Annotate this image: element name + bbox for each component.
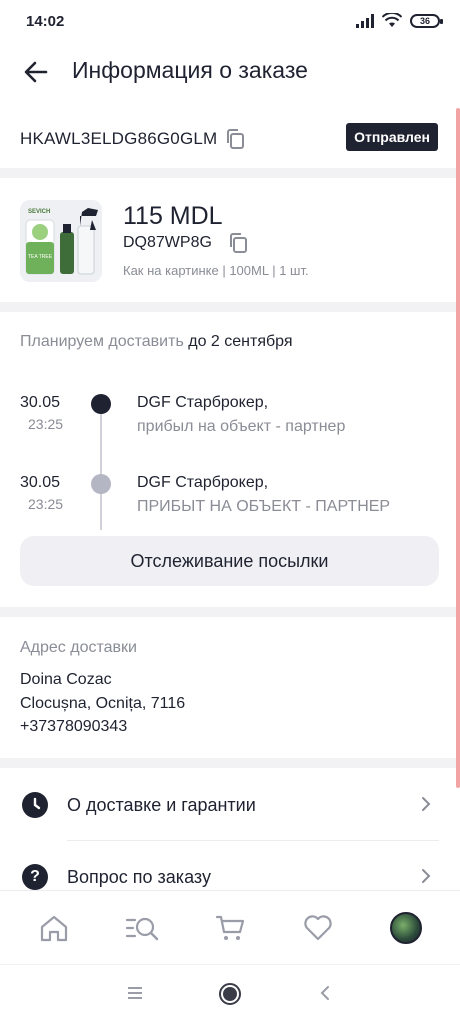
product-label-text: TEA TREE <box>28 254 53 260</box>
nav-home[interactable] <box>32 906 76 950</box>
timeline-date: 30.05 <box>20 474 61 491</box>
product-sku: DQ87WP8G <box>123 234 212 251</box>
home-system-icon[interactable] <box>218 982 242 1006</box>
recent-apps-icon[interactable] <box>126 983 144 1003</box>
timeline-subtitle: ПРИБЫТ НА ОБЪЕКТ - ПАРТНЕР <box>137 498 391 515</box>
system-nav-bar <box>0 964 460 1024</box>
chevron-right-icon <box>422 797 431 811</box>
copy-icon[interactable] <box>225 128 245 150</box>
question-icon: ? <box>22 864 48 890</box>
delivery-estimate-date: до 2 сентября <box>188 333 293 350</box>
order-id: HKAWL3ELDG86G0GLM <box>20 129 218 148</box>
battery-level: 36 <box>419 15 430 26</box>
section-divider <box>0 758 456 768</box>
address-label: Адрес доставки <box>20 639 137 656</box>
back-system-icon[interactable] <box>318 983 332 1003</box>
timeline-title: DGF Старброкер, <box>137 474 269 491</box>
chevron-right-icon <box>422 869 431 883</box>
timeline-dot-active <box>91 394 111 414</box>
timeline-line <box>100 404 102 530</box>
brand-mark: SEVICH <box>28 209 50 215</box>
home-icon <box>40 915 68 941</box>
product-photo: TEA TREE SEVICH <box>20 200 102 282</box>
page-title: Информация о заказе <box>72 57 308 83</box>
section-divider <box>0 302 456 312</box>
bottom-nav <box>0 890 460 964</box>
timeline-subtitle: прибыл на объект - партнер <box>137 418 346 435</box>
menu-label: Вопрос по заказу <box>67 867 211 887</box>
nav-catalog[interactable] <box>120 906 164 950</box>
cart-icon <box>215 915 245 940</box>
section-divider <box>0 607 456 617</box>
address-city: Clocușna, Ocnița, 7116 <box>20 695 186 712</box>
status-badge: Отправлен <box>346 123 438 151</box>
menu-label: О доставке и гарантии <box>67 795 256 815</box>
header: Информация о заказе <box>0 44 460 98</box>
clock-icon <box>22 792 48 818</box>
arrow-left-icon <box>24 61 48 83</box>
wifi-icon <box>382 13 402 27</box>
delivery-estimate-prefix: Планируем доставить <box>20 333 184 350</box>
catalog-search-icon <box>125 917 159 940</box>
product-image[interactable]: TEA TREE SEVICH <box>20 200 102 282</box>
nav-profile[interactable] <box>384 906 428 950</box>
section-divider <box>0 168 456 178</box>
timeline-date: 30.05 <box>20 394 61 411</box>
battery-icon: 36 <box>410 13 443 28</box>
address-name: Doina Cozac <box>20 671 112 688</box>
track-package-button[interactable]: Отслеживание посылки <box>20 536 439 586</box>
product-price: 115 MDL <box>123 202 223 230</box>
product-variant: Как на картинке | 100ML | 1 шт. <box>123 263 309 278</box>
signal-icon <box>356 13 374 28</box>
timeline-time: 23:25 <box>28 496 64 512</box>
back-button[interactable] <box>18 54 54 90</box>
profile-avatar <box>390 911 422 944</box>
copy-sku-icon[interactable] <box>228 232 248 254</box>
nav-favorites[interactable] <box>296 906 340 950</box>
timeline-time: 23:25 <box>28 416 64 432</box>
product-card[interactable]: TEA TREE SEVICH 115 MDL DQ87WP8G Как на … <box>0 188 456 298</box>
favorites-icon <box>304 914 332 940</box>
scroll-indicator[interactable] <box>456 108 460 788</box>
menu-separator <box>67 840 439 841</box>
status-icons: 36 <box>356 13 443 28</box>
address-phone: +37378090343 <box>20 718 128 735</box>
menu-delivery-guarantee[interactable]: О доставке и гарантии <box>0 770 456 838</box>
status-time: 14:02 <box>26 13 65 30</box>
status-bar: 14:02 36 <box>0 0 460 44</box>
delivery-estimate: Планируем доставить до 2 сентября <box>20 333 293 351</box>
timeline-title: DGF Старброкер, <box>137 394 269 411</box>
nav-cart[interactable] <box>208 906 252 950</box>
timeline-dot-inactive <box>91 474 111 494</box>
order-id-row: HKAWL3ELDG86G0GLM Отправлен <box>0 110 456 166</box>
